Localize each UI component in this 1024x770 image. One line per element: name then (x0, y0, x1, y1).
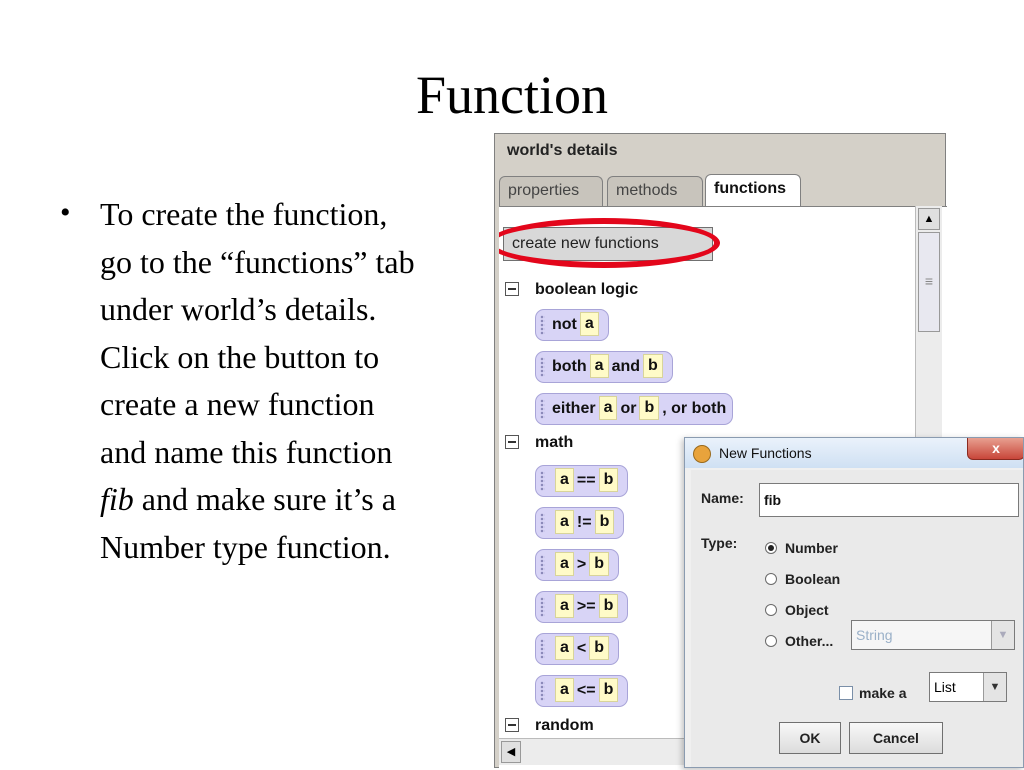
tile-slot-b[interactable]: b (594, 510, 615, 534)
radio-boolean-button[interactable] (765, 573, 777, 585)
bullet-line-5: create a new function (100, 386, 375, 422)
category-random-label: random (535, 717, 594, 734)
tile-less[interactable]: a < b (535, 633, 620, 665)
tile-slot-b[interactable]: b (589, 636, 610, 660)
tile-slot-b[interactable]: b (589, 552, 610, 576)
category-boolean-logic[interactable]: boolean logic (505, 281, 638, 299)
tab-methods[interactable]: methods (607, 176, 703, 206)
scroll-left-icon[interactable]: ◀ (501, 741, 521, 763)
bullet-line-1: To create the function, (100, 196, 388, 232)
other-type-value: String (856, 627, 893, 643)
tile-not-equals[interactable]: a != b (535, 507, 625, 539)
dropdown-arrow-icon[interactable]: ▼ (991, 621, 1014, 649)
tile-slot-b[interactable]: b (639, 396, 660, 420)
bullet-line-7-text: and make sure it’s a (133, 481, 396, 517)
tile-op: == (576, 472, 596, 489)
ok-button[interactable]: OK (779, 722, 841, 754)
category-random[interactable]: random (505, 717, 594, 735)
category-math-label: math (535, 434, 574, 451)
radio-object[interactable]: Object (765, 602, 829, 618)
tile-op: != (576, 514, 592, 531)
category-boolean-logic-label: boolean logic (535, 281, 639, 298)
radio-other-button[interactable] (765, 635, 777, 647)
slide-title: Function (415, 65, 608, 125)
type-label: Type: (701, 535, 738, 551)
tile-op: <= (576, 682, 596, 699)
emphasis-fib: fib (100, 481, 134, 517)
collapse-icon[interactable] (505, 718, 519, 732)
radio-number-label: Number (785, 540, 838, 556)
tile-equals[interactable]: a == b (535, 465, 629, 497)
radio-number[interactable]: Number (765, 540, 838, 556)
tile-greater-equal[interactable]: a >= b (535, 591, 629, 623)
other-type-select[interactable]: String ▼ (851, 620, 1015, 650)
tile-both-and[interactable]: both a and b (535, 351, 673, 383)
cancel-button[interactable]: Cancel (849, 722, 943, 754)
tile-slot-a[interactable]: a (598, 396, 618, 420)
panel-header: world's details (507, 142, 618, 159)
bullet-text: To create the function, go to the “funct… (100, 191, 495, 571)
list-select[interactable]: List ▼ (929, 672, 1007, 702)
bullet-line-2: go to the “functions” tab (100, 243, 415, 280)
name-label: Name: (701, 490, 744, 506)
dialog-title: New Functions (719, 445, 812, 461)
create-new-functions-button[interactable]: create new functions (503, 227, 713, 261)
radio-object-button[interactable] (765, 604, 777, 616)
tile-mid: or (620, 400, 637, 417)
radio-object-label: Object (785, 602, 829, 618)
tile-either-or[interactable]: either a or b, or both (535, 393, 734, 425)
bullet-point: • (60, 196, 71, 229)
bullet-line-3: under world’s details. (100, 291, 377, 327)
radio-other-label: Other... (785, 633, 834, 649)
tile-slot-a[interactable]: a (555, 594, 574, 618)
collapse-icon[interactable] (505, 282, 519, 296)
tile-slot-a[interactable]: a (555, 468, 574, 492)
dialog-body: Name: Type: Number Boolean Object Other.… (691, 470, 1023, 767)
tile-op: > (576, 556, 587, 573)
scroll-thumb[interactable]: ≡ (918, 232, 940, 332)
dialog-titlebar[interactable]: New Functions x (685, 438, 1023, 468)
bullet-line-7: fib and make sure it’s a (100, 476, 495, 524)
bullet-line-6: and name this function (100, 433, 393, 470)
tab-functions[interactable]: functions (705, 174, 801, 207)
tile-slot-b[interactable]: b (598, 594, 619, 618)
name-input[interactable] (759, 483, 1019, 517)
tile-mid: and (611, 358, 641, 375)
tile-slot-b[interactable]: b (598, 468, 619, 492)
tile-op: both (552, 358, 587, 375)
make-a-label: make a (859, 685, 907, 701)
tile-slot-a[interactable]: a (589, 354, 609, 378)
tile-slot-b[interactable]: b (643, 354, 663, 378)
radio-boolean-label: Boolean (785, 571, 841, 587)
tile-slot-a[interactable]: a (555, 636, 574, 660)
tile-not[interactable]: not a (535, 309, 609, 341)
tile-greater[interactable]: a > b (535, 549, 620, 581)
tile-op: >= (576, 598, 596, 615)
tile-op: not (552, 316, 577, 333)
bullet-line-4: Click on the button to (100, 338, 380, 375)
tile-slot-a[interactable]: a (555, 552, 574, 576)
collapse-icon[interactable] (505, 435, 519, 449)
tile-tail: , or both (662, 400, 727, 417)
list-select-value: List (934, 679, 956, 695)
radio-boolean[interactable]: Boolean (765, 571, 840, 587)
new-functions-dialog: New Functions x Name: Type: Number Boole… (684, 437, 1024, 768)
tile-op: either (552, 400, 596, 417)
bullet-line-8: Number type function. (100, 528, 391, 565)
dropdown-arrow-icon[interactable]: ▼ (983, 673, 1006, 701)
tile-slot-b[interactable]: b (598, 678, 619, 702)
scroll-up-icon[interactable]: ▲ (918, 208, 940, 230)
radio-other[interactable]: Other... (765, 633, 833, 649)
tile-less-equal[interactable]: a <= b (535, 675, 629, 707)
tile-op: < (576, 640, 587, 657)
close-icon[interactable]: x (967, 438, 1023, 460)
category-math[interactable]: math (505, 434, 573, 452)
tile-slot-a[interactable]: a (555, 678, 574, 702)
tile-slot-a[interactable]: a (555, 510, 574, 534)
radio-number-button[interactable] (765, 542, 777, 554)
tile-slot-a[interactable]: a (579, 312, 599, 336)
dialog-app-icon (693, 445, 711, 463)
tab-properties[interactable]: properties (499, 176, 603, 206)
make-list-checkbox[interactable] (839, 686, 853, 700)
